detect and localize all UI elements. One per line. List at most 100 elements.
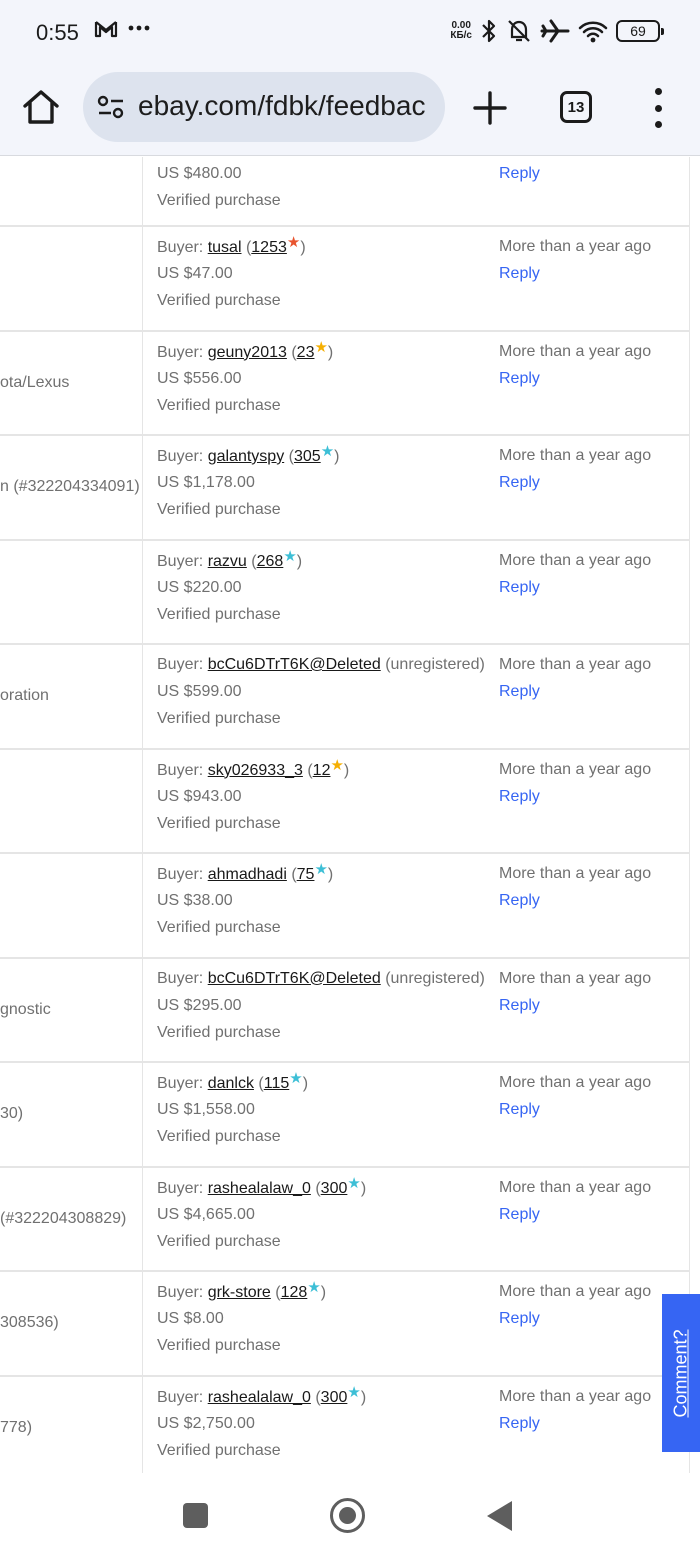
back-button[interactable] xyxy=(487,1501,512,1531)
buyer-line: Buyer: bcCu6DTrT6K@Deleted (unregistered… xyxy=(157,656,485,674)
feedback-row: 30) Buyer: danlck (115★) US $1,558.00 Verif… xyxy=(0,1063,690,1168)
verified-purchase-label: Verified purchase xyxy=(157,1023,281,1041)
feedback-time: More than a year ago xyxy=(499,1387,652,1405)
buyer-label: Buyer: xyxy=(157,866,204,883)
feedback-time: More than a year ago xyxy=(499,551,652,569)
buyer-name-link[interactable]: rashealalaw_0 xyxy=(208,1389,311,1406)
reply-link[interactable]: Reply xyxy=(499,165,540,183)
reply-link[interactable]: Reply xyxy=(499,683,540,701)
reply-link[interactable]: Reply xyxy=(499,1415,540,1433)
reply-link[interactable]: Reply xyxy=(499,370,540,388)
verified-purchase-label: Verified purchase xyxy=(157,710,281,727)
buyer-name-link[interactable]: geuny2013 xyxy=(208,344,287,361)
item-title-fragment[interactable]: ota/Lexus xyxy=(0,374,69,392)
buyer-line: Buyer: danlck (115★) xyxy=(157,1070,309,1092)
verified-purchase-label: Verified purchase xyxy=(157,605,281,623)
status-bar: 0:55 0.00 КБ/с 69 xyxy=(0,0,700,64)
comment-tab[interactable]: Comment? xyxy=(662,1294,700,1452)
feedback-score-link[interactable]: 300 xyxy=(321,1180,348,1197)
column-divider xyxy=(142,1063,143,1166)
reply-link[interactable]: Reply xyxy=(499,1101,540,1119)
feedback-score-link[interactable]: 1253 xyxy=(251,239,287,256)
column-divider xyxy=(142,1167,143,1270)
reply-link[interactable]: Reply xyxy=(499,997,540,1015)
column-divider xyxy=(142,1272,143,1375)
home-nav-button[interactable] xyxy=(330,1498,365,1533)
buyer-line: Buyer: tusal (1253★) xyxy=(157,234,306,256)
feedback-score-link[interactable]: 128 xyxy=(281,1284,308,1301)
airplane-icon xyxy=(540,19,570,43)
item-title-fragment[interactable]: 30) xyxy=(0,1105,23,1123)
reply-link[interactable]: Reply xyxy=(499,265,540,283)
feedback-star-icon: ★ xyxy=(347,1383,361,1401)
item-title-fragment[interactable]: 778) xyxy=(0,1419,32,1437)
unregistered-note: (unregistered) xyxy=(385,656,485,673)
buyer-name-link[interactable]: ahmadhadi xyxy=(208,866,287,883)
buyer-name-link[interactable]: bcCu6DTrT6K@Deleted xyxy=(208,970,381,987)
column-divider xyxy=(142,227,143,330)
buyer-name-link[interactable]: galantyspy xyxy=(208,448,285,465)
reply-link[interactable]: Reply xyxy=(499,474,540,492)
column-divider xyxy=(142,645,143,748)
buyer-line: Buyer: galantyspy (305★) xyxy=(157,443,340,465)
column-divider xyxy=(142,436,143,539)
verified-purchase-label: Verified purchase xyxy=(157,919,281,936)
bluetooth-icon xyxy=(482,19,496,43)
item-price: US $38.00 xyxy=(157,892,233,909)
buyer-name-link[interactable]: razvu xyxy=(208,553,247,570)
reply-link[interactable]: Reply xyxy=(499,579,540,597)
column-divider xyxy=(142,157,143,225)
item-title-fragment[interactable]: 308536) xyxy=(0,1314,59,1332)
recents-button[interactable] xyxy=(183,1503,208,1528)
address-bar[interactable]: ebay.com/fdbk/feedbac xyxy=(83,72,445,142)
column-divider xyxy=(142,540,143,643)
reply-link[interactable]: Reply xyxy=(499,1310,540,1328)
buyer-name-link[interactable]: sky026933_3 xyxy=(208,762,303,779)
item-price: US $2,750.00 xyxy=(157,1414,255,1432)
reply-link[interactable]: Reply xyxy=(499,892,540,910)
buyer-label: Buyer: xyxy=(157,1284,204,1301)
unregistered-note: (unregistered) xyxy=(385,969,485,987)
buyer-label: Buyer: xyxy=(157,552,204,570)
item-title-fragment[interactable]: (#322204308829) xyxy=(0,1210,126,1228)
verified-purchase-label: Verified purchase xyxy=(157,1337,281,1354)
feedback-row: 308536) Buyer: grk-store (128★) US $8.00 Ve… xyxy=(0,1272,690,1377)
feedback-time: More than a year ago xyxy=(499,342,652,360)
feedback-score-link[interactable]: 305 xyxy=(294,448,321,465)
new-tab-icon[interactable] xyxy=(472,90,508,126)
item-title-fragment[interactable]: gnostic xyxy=(0,1001,51,1019)
reply-link[interactable]: Reply xyxy=(499,1206,540,1224)
buyer-label: Buyer: xyxy=(157,448,204,465)
overflow-menu-icon[interactable] xyxy=(650,88,666,128)
item-price: US $47.00 xyxy=(157,265,233,282)
feedback-row: (#322204308829) Buyer: rashealalaw_0 (300… xyxy=(0,1167,690,1272)
buyer-line: Buyer: rashealalaw_0 (300★) xyxy=(157,1174,367,1197)
reply-link[interactable]: Reply xyxy=(499,788,540,806)
buyer-name-link[interactable]: danlck xyxy=(208,1075,254,1092)
buyer-line: Buyer: sky026933_3 (12★) xyxy=(157,756,350,779)
gmail-icon xyxy=(94,21,118,38)
feedback-time: More than a year ago xyxy=(499,238,652,255)
buyer-name-link[interactable]: bcCu6DTrT6K@Deleted xyxy=(208,656,381,673)
more-dots-icon xyxy=(128,25,150,31)
feedback-score-link[interactable]: 75 xyxy=(297,866,315,883)
feedback-score-link[interactable]: 12 xyxy=(313,762,331,779)
feedback-score-link[interactable]: 23 xyxy=(297,344,315,361)
feedback-score-link[interactable]: 268 xyxy=(257,553,284,570)
item-price: US $8.00 xyxy=(157,1310,224,1327)
feedback-score-link[interactable]: 300 xyxy=(321,1389,348,1406)
comment-tab-label[interactable]: Comment? xyxy=(671,1329,692,1417)
buyer-name-link[interactable]: rashealalaw_0 xyxy=(208,1180,311,1197)
item-title-fragment[interactable]: n (#322204334091) xyxy=(0,478,140,496)
home-icon[interactable] xyxy=(20,86,62,128)
tab-switcher-button[interactable]: 13 xyxy=(560,91,592,123)
site-settings-icon[interactable] xyxy=(97,94,125,120)
feedback-row: oration Buyer: bcCu6DTrT6K@Deleted (unreg… xyxy=(0,645,690,750)
buyer-name-link[interactable]: grk-store xyxy=(208,1284,271,1301)
feedback-score-link[interactable]: 115 xyxy=(264,1075,290,1092)
column-divider xyxy=(142,854,143,957)
verified-purchase-label: Verified purchase xyxy=(157,396,281,414)
feedback-row: gnostic Buyer: bcCu6DTrT6K@Deleted (unreg… xyxy=(0,958,690,1063)
item-title-fragment[interactable]: oration xyxy=(0,687,49,705)
buyer-name-link[interactable]: tusal xyxy=(208,239,242,256)
